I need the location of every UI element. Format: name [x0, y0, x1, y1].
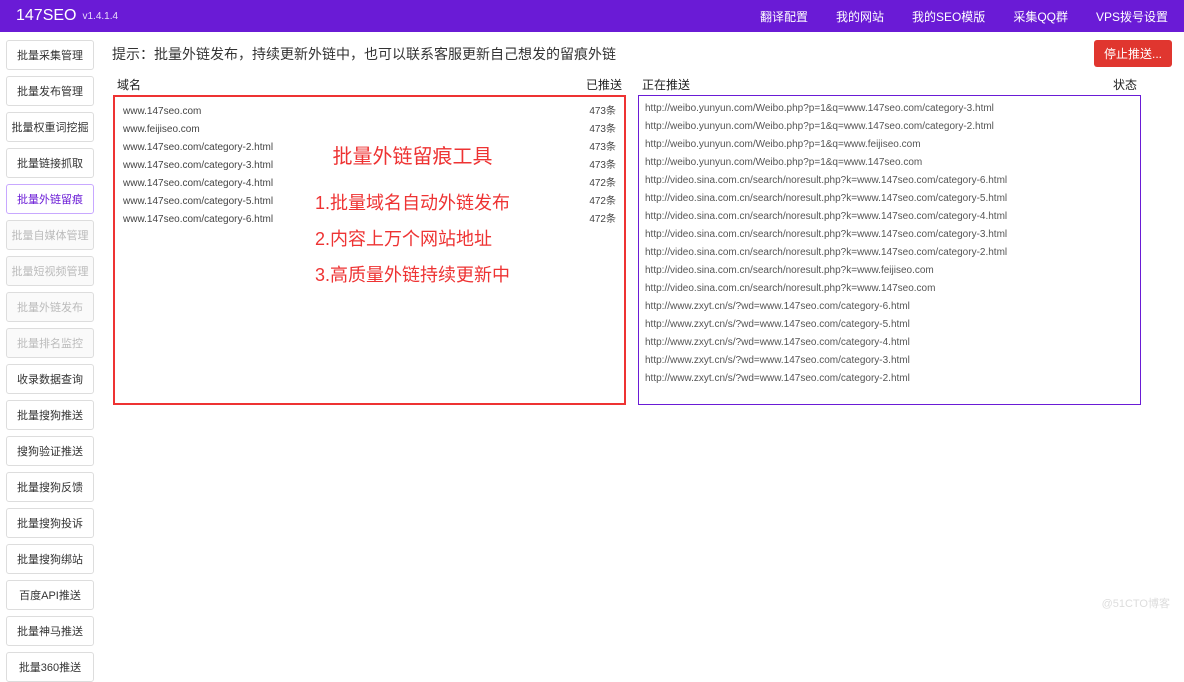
table-row[interactable]: www.147seo.com473条 — [123, 103, 616, 121]
nav-translate[interactable]: 翻译配置 — [760, 8, 808, 25]
nav-mysite[interactable]: 我的网站 — [836, 8, 884, 25]
log-row: http://weibo.yunyun.com/Weibo.php?p=1&q=… — [645, 118, 1134, 136]
overlay-line2: 2.内容上万个网站地址 — [315, 221, 510, 257]
col-domain-header: 域名 — [117, 76, 141, 93]
sidebar-item-2[interactable]: 批量权重词挖掘 — [6, 112, 94, 142]
sidebar-item-4[interactable]: 批量外链留痕 — [6, 184, 94, 214]
count-cell: 473条 — [566, 121, 616, 139]
count-cell: 473条 — [566, 139, 616, 157]
overlay-title: 批量外链留痕工具 — [315, 137, 510, 177]
log-row: http://www.zxyt.cn/s/?wd=www.147seo.com/… — [645, 352, 1134, 370]
hint-text: 提示：批量外链发布，持续更新外链中，也可以联系客服更新自己想发的留痕外链 — [112, 44, 616, 64]
sidebar-item-15[interactable]: 百度API推送 — [6, 580, 94, 610]
log-row: http://video.sina.com.cn/search/noresult… — [645, 190, 1134, 208]
sidebar-item-9[interactable]: 收录数据查询 — [6, 364, 94, 394]
nav-qq-group[interactable]: 采集QQ群 — [1013, 8, 1068, 25]
sidebar-item-3[interactable]: 批量链接抓取 — [6, 148, 94, 178]
overlay-annotation: 批量外链留痕工具 1.批量域名自动外链发布 2.内容上万个网站地址 3.高质量外… — [315, 137, 510, 293]
overlay-line3: 3.高质量外链持续更新中 — [315, 257, 510, 293]
log-row: http://video.sina.com.cn/search/noresult… — [645, 172, 1134, 190]
log-row: http://weibo.yunyun.com/Weibo.php?p=1&q=… — [645, 100, 1134, 118]
log-row: http://weibo.yunyun.com/Weibo.php?p=1&q=… — [645, 154, 1134, 172]
count-cell: 473条 — [566, 103, 616, 121]
sidebar-item-12[interactable]: 批量搜狗反馈 — [6, 472, 94, 502]
sidebar-item-5: 批量自媒体管理 — [6, 220, 94, 250]
log-row: http://www.zxyt.cn/s/?wd=www.147seo.com/… — [645, 370, 1134, 388]
push-log-panel: 正在推送 状态 http://weibo.yunyun.com/Weibo.ph… — [637, 75, 1142, 406]
count-cell: 472条 — [566, 193, 616, 211]
sidebar-item-0[interactable]: 批量采集管理 — [6, 40, 94, 70]
col-status-header: 状态 — [1113, 76, 1137, 93]
sidebar-item-6: 批量短视频管理 — [6, 256, 94, 286]
nav-vps[interactable]: VPS拨号设置 — [1096, 8, 1168, 25]
push-log-list[interactable]: http://weibo.yunyun.com/Weibo.php?p=1&q=… — [638, 95, 1141, 405]
log-row: http://www.zxyt.cn/s/?wd=www.147seo.com/… — [645, 334, 1134, 352]
sidebar-item-11[interactable]: 搜狗验证推送 — [6, 436, 94, 466]
sidebar-item-8: 批量排名监控 — [6, 328, 94, 358]
log-row: http://video.sina.com.cn/search/noresult… — [645, 280, 1134, 298]
domain-cell: www.147seo.com — [123, 103, 566, 121]
count-cell: 473条 — [566, 157, 616, 175]
domain-panel: 域名 已推送 www.147seo.com473条www.feijiseo.co… — [112, 75, 627, 406]
top-nav: 翻译配置 我的网站 我的SEO模版 采集QQ群 VPS拨号设置 — [760, 8, 1168, 25]
log-row: http://www.zxyt.cn/s/?wd=www.147seo.com/… — [645, 316, 1134, 334]
sidebar-item-16[interactable]: 批量神马推送 — [6, 616, 94, 646]
count-cell: 472条 — [566, 211, 616, 229]
main-area: 提示：批量外链发布，持续更新外链中，也可以联系客服更新自己想发的留痕外链 停止推… — [100, 32, 1184, 617]
app-brand: 147SEO — [16, 7, 76, 25]
sidebar: 批量采集管理批量发布管理批量权重词挖掘批量链接抓取批量外链留痕批量自媒体管理批量… — [0, 32, 100, 617]
nav-seo-template[interactable]: 我的SEO模版 — [912, 8, 985, 25]
log-row: http://video.sina.com.cn/search/noresult… — [645, 226, 1134, 244]
col-pushed-header: 已推送 — [586, 76, 622, 93]
sidebar-item-13[interactable]: 批量搜狗投诉 — [6, 508, 94, 538]
log-row: http://video.sina.com.cn/search/noresult… — [645, 208, 1134, 226]
sidebar-item-7: 批量外链发布 — [6, 292, 94, 322]
col-pushing-header: 正在推送 — [642, 76, 690, 93]
domain-table: www.147seo.com473条www.feijiseo.com473条ww… — [113, 95, 626, 405]
log-row: http://video.sina.com.cn/search/noresult… — [645, 244, 1134, 262]
stop-push-button[interactable]: 停止推送... — [1094, 40, 1172, 67]
sidebar-item-10[interactable]: 批量搜狗推送 — [6, 400, 94, 430]
log-row: http://video.sina.com.cn/search/noresult… — [645, 262, 1134, 280]
watermark: @51CTO博客 — [1102, 595, 1170, 611]
sidebar-item-1[interactable]: 批量发布管理 — [6, 76, 94, 106]
top-bar: 147SEO v1.4.1.4 翻译配置 我的网站 我的SEO模版 采集QQ群 … — [0, 0, 1184, 32]
sidebar-item-17[interactable]: 批量360推送 — [6, 652, 94, 682]
sidebar-item-14[interactable]: 批量搜狗绑站 — [6, 544, 94, 574]
log-row: http://www.zxyt.cn/s/?wd=www.147seo.com/… — [645, 298, 1134, 316]
overlay-line1: 1.批量域名自动外链发布 — [315, 185, 510, 221]
count-cell: 472条 — [566, 175, 616, 193]
log-row: http://weibo.yunyun.com/Weibo.php?p=1&q=… — [645, 136, 1134, 154]
app-version: v1.4.1.4 — [82, 11, 118, 22]
